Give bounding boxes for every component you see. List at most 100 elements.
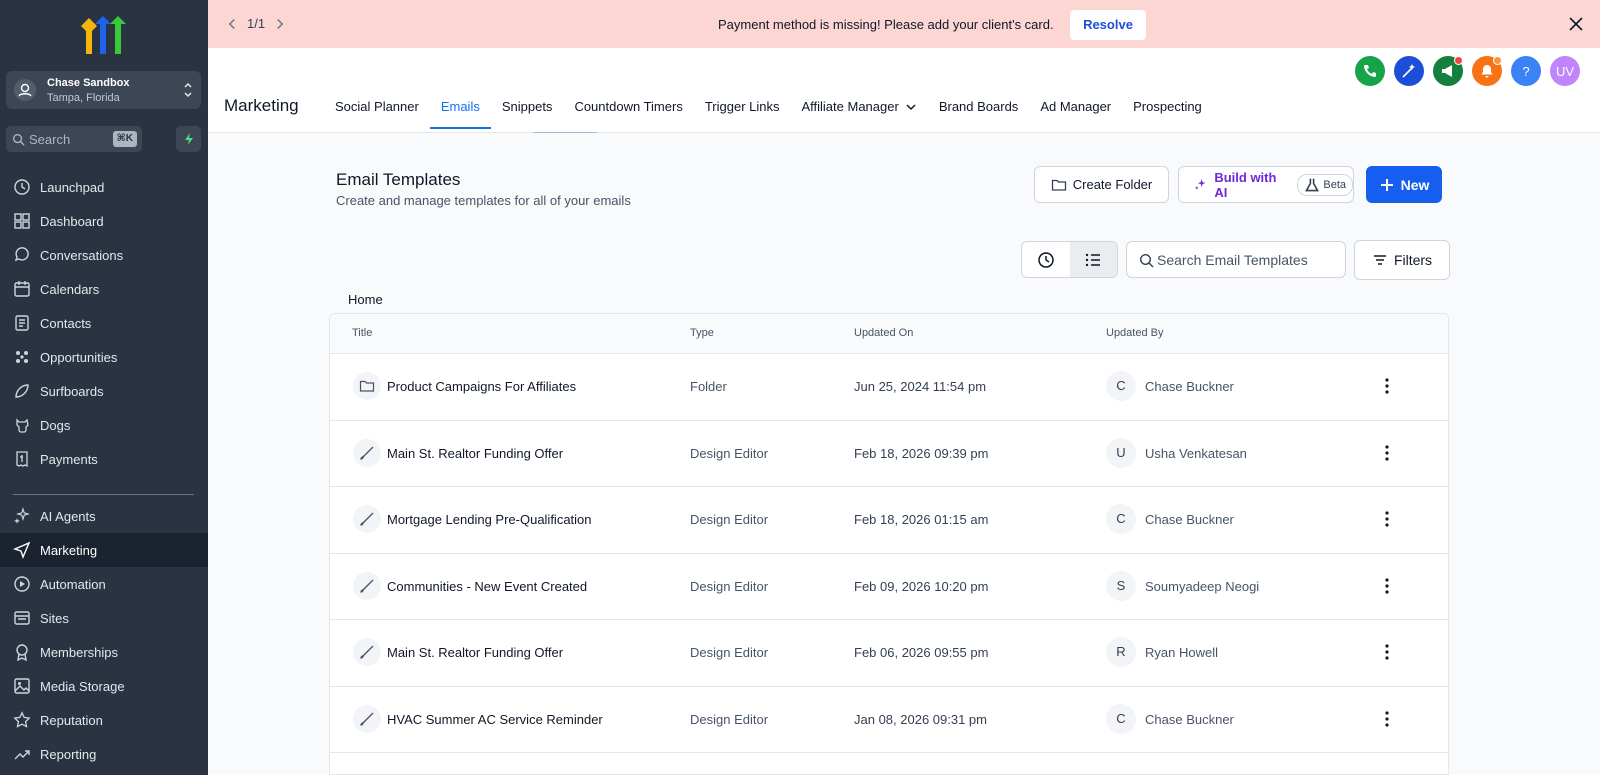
templates-table: Title Type Updated On Updated By Product…	[329, 313, 1449, 775]
column-type[interactable]: Type	[690, 327, 714, 339]
template-search	[1126, 241, 1346, 278]
more-options-icon[interactable]	[1378, 642, 1396, 662]
phone-button[interactable]	[1355, 56, 1385, 86]
tab-countdown-timers[interactable]: Countdown Timers	[563, 99, 693, 132]
brush-icon	[360, 446, 374, 460]
badge-icon	[16, 644, 28, 661]
table-row[interactable]: Main St. Realtor Funding Offer Design Ed…	[330, 421, 1448, 487]
sidebar-item-label: Marketing	[40, 542, 98, 558]
more-options-icon[interactable]	[1378, 443, 1396, 463]
sidebar-item-media-storage[interactable]: Media Storage	[0, 669, 208, 703]
sidebar-item-automation[interactable]: Automation	[0, 567, 208, 601]
breadcrumb[interactable]: Home	[348, 292, 383, 307]
row-updated-by: Soumyadeep Neogi	[1145, 578, 1260, 594]
row-type: Design Editor	[690, 711, 769, 727]
tab-affiliate-manager[interactable]: Affiliate Manager	[790, 99, 927, 132]
sidebar-item-ai-agents[interactable]: AI Agents	[0, 499, 208, 533]
sidebar-item-launchpad[interactable]: Launchpad	[0, 170, 208, 204]
row-title[interactable]: Main St. Realtor Funding Offer	[387, 446, 563, 461]
tab-label: Snippets	[501, 99, 553, 114]
surfboard-icon	[15, 384, 29, 398]
sidebar-item-calendars[interactable]: Calendars	[0, 272, 208, 306]
more-options-icon[interactable]	[1378, 509, 1396, 529]
magic-button[interactable]	[1394, 56, 1424, 86]
sidebar-item-marketing[interactable]: Marketing	[0, 533, 208, 567]
tab-emails[interactable]: Emails	[429, 99, 491, 132]
announcements-button[interactable]	[1433, 56, 1463, 86]
filters-button[interactable]: Filters	[1354, 240, 1450, 280]
row-title[interactable]: Product Campaigns For Affiliates	[387, 379, 576, 394]
more-options-icon[interactable]	[1378, 376, 1396, 396]
app-logo-icon[interactable]	[80, 16, 126, 56]
tab-prospecting[interactable]: Prospecting	[1122, 99, 1213, 132]
column-updated-on[interactable]: Updated On	[854, 327, 913, 339]
list-view-button[interactable]	[1069, 242, 1117, 277]
beta-label: Beta	[1323, 178, 1346, 191]
grid-icon	[14, 213, 30, 229]
row-title[interactable]: Main St. Realtor Funding Offer	[387, 645, 563, 660]
tab-label: Emails	[440, 99, 480, 114]
marketing-tabs: Social Planner Emails Snippets Countdown…	[324, 99, 1213, 132]
notifications-button[interactable]	[1472, 56, 1502, 86]
chevron-left-icon[interactable]	[228, 18, 237, 30]
avatar: C	[1106, 703, 1136, 734]
tab-brand-boards[interactable]: Brand Boards	[928, 99, 1030, 132]
sidebar-item-dogs[interactable]: Dogs	[0, 408, 208, 442]
row-updated-on: Feb 06, 2026 09:55 pm	[854, 645, 989, 660]
row-title[interactable]: Communities - New Event Created	[387, 579, 587, 594]
more-options-icon[interactable]	[1378, 576, 1396, 596]
more-options-icon[interactable]	[1378, 709, 1396, 729]
tab-social-planner[interactable]: Social Planner	[324, 99, 430, 132]
send-icon	[13, 541, 31, 559]
new-template-button[interactable]: New	[1366, 166, 1442, 203]
resolve-button[interactable]: Resolve	[1070, 10, 1146, 40]
user-initials: UV	[1555, 63, 1575, 79]
table-row[interactable]: Mortgage Lending Pre-Qualification Desig…	[330, 487, 1448, 554]
pager-count: 1/1	[247, 16, 266, 31]
sidebar-item-memberships[interactable]: Memberships	[0, 635, 208, 669]
sidebar-search[interactable]: Search ⌘K	[6, 126, 142, 152]
column-title[interactable]: Title	[352, 327, 372, 339]
row-title[interactable]: HVAC Summer AC Service Reminder	[387, 712, 603, 727]
magic-wand-icon	[1402, 64, 1415, 78]
brush-icon	[360, 579, 374, 593]
table-row[interactable]: Main St. Realtor Funding Offer Design Ed…	[330, 620, 1448, 687]
bell-icon	[1481, 65, 1493, 78]
build-with-ai-button[interactable]: Build with AI Beta	[1178, 166, 1354, 203]
avatar: C	[1106, 371, 1136, 401]
table-row[interactable]: Product Campaigns For Affiliates Folder …	[330, 354, 1448, 421]
tab-label: Ad Manager	[1040, 99, 1112, 114]
sidebar-item-surfboards[interactable]: Surfboards	[0, 374, 208, 408]
recent-view-button[interactable]	[1022, 242, 1070, 277]
tab-trigger-links[interactable]: Trigger Links	[694, 99, 791, 132]
table-row[interactable]: HVAC Summer AC Service Reminder Design E…	[330, 687, 1448, 753]
sidebar-item-contacts[interactable]: Contacts	[0, 306, 208, 340]
sidebar-item-reputation[interactable]: Reputation	[0, 703, 208, 737]
tab-snippets[interactable]: Snippets	[491, 99, 564, 132]
quick-actions-button[interactable]	[176, 126, 201, 152]
sidebar-item-label: Opportunities	[40, 349, 118, 365]
sidebar-item-conversations[interactable]: Conversations	[0, 238, 208, 272]
row-title[interactable]: Mortgage Lending Pre-Qualification	[387, 512, 592, 527]
chevron-right-icon[interactable]	[275, 18, 284, 30]
user-avatar[interactable]: UV	[1550, 56, 1580, 86]
table-row[interactable]: Communities - New Event Created Design E…	[330, 554, 1448, 620]
account-switcher[interactable]: Chase Sandbox Tampa, Florida	[6, 71, 201, 109]
create-folder-button[interactable]: Create Folder	[1034, 166, 1169, 203]
sidebar-item-opportunities[interactable]: Opportunities	[0, 340, 208, 374]
row-updated-on: Jun 25, 2024 11:54 pm	[854, 379, 987, 394]
tab-ad-manager[interactable]: Ad Manager	[1029, 99, 1122, 132]
column-updated-by[interactable]: Updated By	[1106, 327, 1163, 339]
help-button[interactable]: ?	[1511, 56, 1541, 86]
opportunities-icon	[16, 351, 28, 363]
sidebar-item-payments[interactable]: Payments	[0, 442, 208, 476]
sidebar-item-sites[interactable]: Sites	[0, 601, 208, 635]
sidebar-item-dashboard[interactable]: Dashboard	[0, 204, 208, 238]
close-icon[interactable]	[1566, 14, 1586, 34]
account-location: Tampa, Florida	[47, 92, 120, 104]
row-type-icon	[353, 505, 381, 533]
sidebar-item-reporting[interactable]: Reporting	[0, 737, 208, 771]
search-input[interactable]	[1157, 250, 1337, 270]
row-updated-on: Feb 18, 2026 01:15 am	[854, 512, 989, 527]
clock-icon	[1038, 251, 1054, 268]
